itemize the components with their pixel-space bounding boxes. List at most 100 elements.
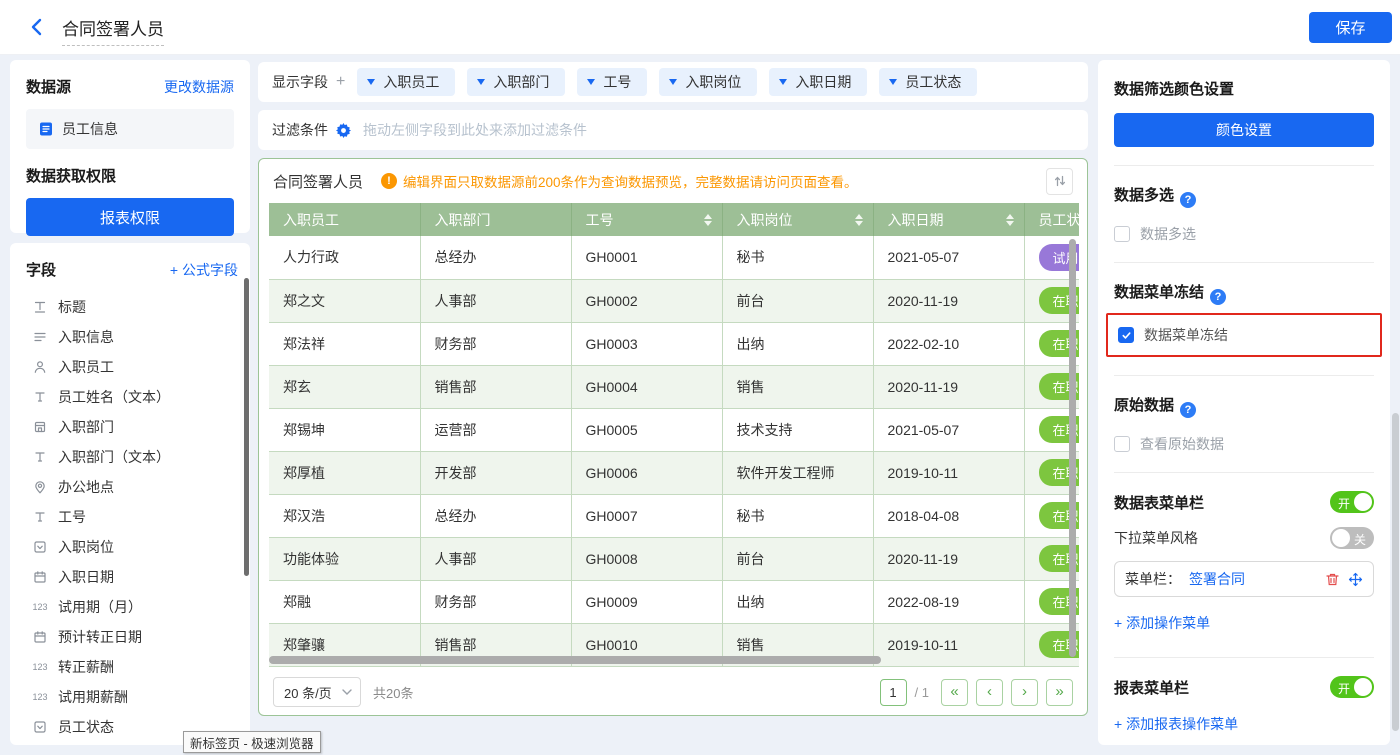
change-datasource-link[interactable]: 更改数据源 — [164, 77, 234, 97]
datasource-item[interactable]: 员工信息 — [26, 109, 234, 149]
last-page-icon[interactable]: » — [1046, 679, 1073, 706]
text-icon — [30, 450, 50, 464]
multi-select-checkbox[interactable] — [1114, 226, 1130, 242]
table-row: 郑锡坤运营部GH0005技术支持2021-05-07在职 — [269, 408, 1079, 451]
sort-order-icon[interactable] — [1046, 168, 1073, 195]
fields-scrollbar[interactable] — [244, 278, 249, 576]
location-icon — [30, 480, 50, 494]
display-fields-label: 显示字段 — [272, 72, 328, 92]
raw-data-checkbox-label: 查看原始数据 — [1140, 434, 1224, 454]
table-column-header[interactable]: 工号 — [571, 203, 722, 236]
help-icon[interactable]: ? — [1180, 192, 1196, 208]
table-vertical-scrollbar[interactable] — [1069, 239, 1076, 657]
help-icon[interactable]: ? — [1210, 289, 1226, 305]
display-field-chip[interactable]: 入职岗位 — [659, 68, 757, 96]
display-field-chip-label: 入职岗位 — [685, 72, 741, 92]
field-item[interactable]: 标题 — [26, 292, 238, 322]
table-row: 郑厚植开发部GH0006软件开发工程师2019-10-11在职 — [269, 451, 1079, 494]
field-item[interactable]: 入职员工 — [26, 352, 238, 382]
sort-arrows-icon[interactable] — [1006, 214, 1014, 226]
section-icon — [30, 330, 50, 344]
back-icon[interactable] — [26, 16, 48, 38]
table-column-header[interactable]: 入职日期 — [873, 203, 1024, 236]
raw-data-checkbox[interactable] — [1114, 436, 1130, 452]
menu-freeze-checkbox-label: 数据菜单冻结 — [1144, 325, 1228, 345]
table-cell: 2018-04-08 — [873, 494, 1024, 537]
table-column-header: 入职员工 — [269, 203, 420, 236]
add-report-menu-link[interactable]: + 添加报表操作菜单 — [1114, 714, 1238, 734]
table-header-row: 入职员工入职部门工号入职岗位入职日期员工状态 — [269, 203, 1079, 236]
page-size-select[interactable]: 20 条/页 — [273, 677, 361, 707]
prev-page-icon[interactable]: ‹ — [976, 679, 1003, 706]
display-fields-bar: 显示字段 + 入职员工 入职部门 工号 入职岗位 入职日期员工状态 — [258, 62, 1088, 102]
add-formula-field-link[interactable]: + 公式字段 — [170, 260, 238, 280]
table-cell: 2020-11-19 — [873, 537, 1024, 580]
gear-icon[interactable] — [336, 123, 351, 138]
table-cell: 2021-05-07 — [873, 236, 1024, 279]
table-cell: 郑玄 — [269, 365, 420, 408]
table-horizontal-scrollbar[interactable] — [269, 656, 881, 664]
field-item[interactable]: 入职部门（文本） — [26, 442, 238, 472]
display-field-chip[interactable]: 入职日期 — [769, 68, 867, 96]
chevron-down-icon — [587, 79, 595, 85]
next-page-icon[interactable]: › — [1011, 679, 1038, 706]
field-item[interactable]: 入职日期 — [26, 562, 238, 592]
table-column-header[interactable]: 员工状态 — [1024, 203, 1079, 236]
field-item-label: 预计转正日期 — [58, 627, 142, 647]
trash-icon[interactable] — [1325, 572, 1340, 587]
table-cell: GH0009 — [571, 580, 722, 623]
current-page-box[interactable]: 1 — [880, 679, 907, 706]
field-item-label: 员工姓名（文本） — [58, 387, 170, 407]
filter-label: 过滤条件 — [272, 120, 328, 140]
display-field-chip[interactable]: 入职部门 — [467, 68, 565, 96]
field-item[interactable]: 入职部门 — [26, 412, 238, 442]
display-field-chip[interactable]: 员工状态 — [879, 68, 977, 96]
color-settings-button[interactable]: 颜色设置 — [1114, 113, 1374, 147]
field-item-label: 入职信息 — [58, 327, 114, 347]
display-field-chip-label: 入职员工 — [383, 72, 439, 92]
warning-icon: ! — [381, 173, 397, 189]
page-title[interactable]: 合同签署人员 — [62, 15, 164, 46]
sort-arrows-icon[interactable] — [704, 214, 712, 226]
display-field-chip[interactable]: 工号 — [577, 68, 647, 96]
total-pages-label: / 1 — [915, 685, 929, 700]
table-cell: 前台 — [722, 279, 873, 322]
dropdown-style-toggle[interactable]: 关 — [1330, 527, 1374, 549]
field-item[interactable]: 员工姓名（文本） — [26, 382, 238, 412]
table-cell: 秘书 — [722, 494, 873, 537]
table-cell: 2020-11-19 — [873, 365, 1024, 408]
report-menu-toggle[interactable]: 开 — [1330, 676, 1374, 698]
total-count: 共20条 — [373, 683, 413, 702]
add-display-field-button[interactable]: + — [336, 73, 345, 91]
field-item[interactable]: 工号 — [26, 502, 238, 532]
display-field-chip-label: 入职部门 — [493, 72, 549, 92]
table-menu-toggle[interactable]: 开 — [1330, 491, 1374, 513]
table-title: 合同签署人员 — [273, 171, 363, 192]
table-column-header[interactable]: 入职岗位 — [722, 203, 873, 236]
first-page-icon[interactable]: « — [941, 679, 968, 706]
field-item[interactable]: 123试用期（月） — [26, 592, 238, 622]
move-icon[interactable] — [1348, 572, 1363, 587]
menu-bar-item[interactable]: 菜单栏： 签署合同 — [1114, 561, 1374, 597]
display-field-chip[interactable]: 入职员工 — [357, 68, 455, 96]
menu-freeze-checkbox[interactable] — [1118, 327, 1134, 343]
field-item[interactable]: 123转正薪酬 — [26, 652, 238, 682]
field-item[interactable]: 入职信息 — [26, 322, 238, 352]
settings-scrollbar[interactable] — [1392, 413, 1399, 731]
table-row: 郑法祥财务部GH0003出纳2022-02-10在职 — [269, 322, 1079, 365]
save-button[interactable]: 保存 — [1309, 12, 1392, 43]
field-item[interactable]: 123试用期薪酬 — [26, 682, 238, 712]
help-icon[interactable]: ? — [1180, 402, 1196, 418]
report-permission-button[interactable]: 报表权限 — [26, 198, 234, 236]
table-row: 郑玄销售部GH0004销售2020-11-19在职 — [269, 365, 1079, 408]
field-item[interactable]: 办公地点 — [26, 472, 238, 502]
sort-arrows-icon[interactable] — [855, 214, 863, 226]
field-item-label: 入职部门 — [58, 417, 114, 437]
field-item[interactable]: 入职岗位 — [26, 532, 238, 562]
display-field-chip-label: 工号 — [603, 72, 631, 92]
field-item[interactable]: 预计转正日期 — [26, 622, 238, 652]
table-menu-heading: 数据表菜单栏 — [1114, 492, 1204, 513]
add-action-menu-link[interactable]: + 添加操作菜单 — [1114, 613, 1210, 633]
menu-item-name[interactable]: 签署合同 — [1189, 569, 1245, 589]
table-cell: 开发部 — [420, 451, 571, 494]
